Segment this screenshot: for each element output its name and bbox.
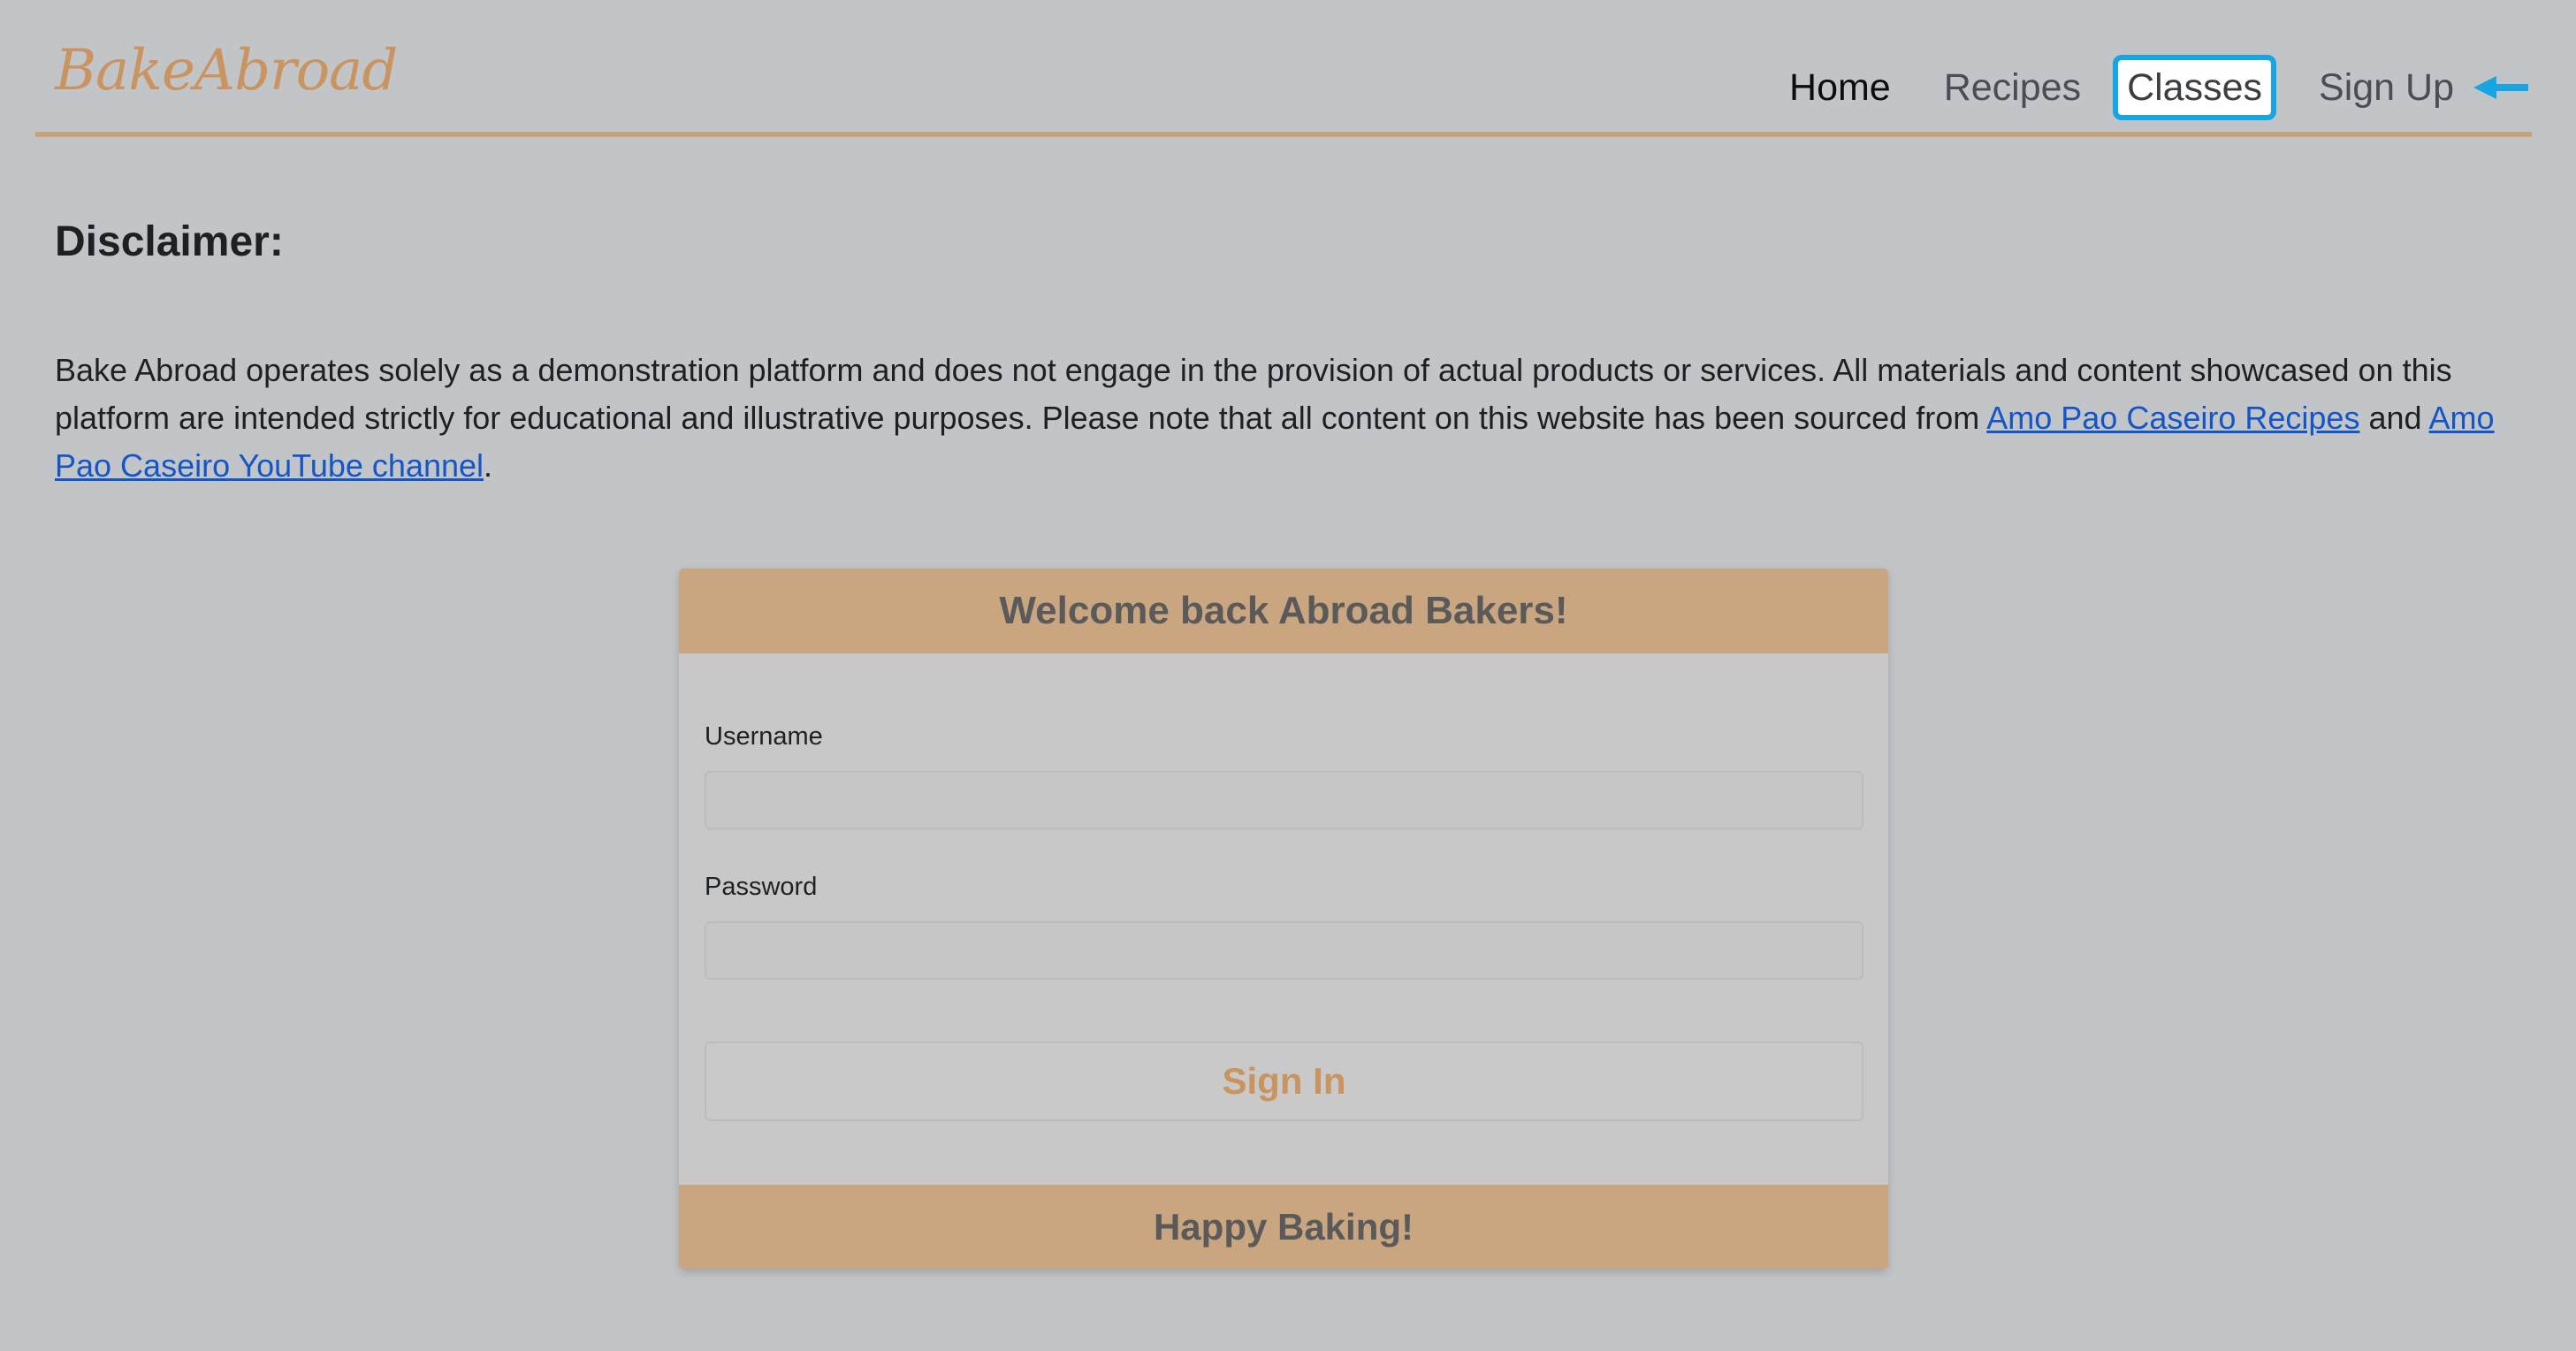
arrow-left-icon [2473,76,2528,99]
nav-recipes-link[interactable]: Recipes [1933,55,2092,120]
username-input[interactable] [705,771,1863,829]
username-group: Username [705,722,1863,829]
amo-pao-recipes-link[interactable]: Amo Pao Caseiro Recipes [1986,400,2359,436]
login-card-header: Welcome back Abroad Bakers! [679,569,1888,653]
username-label: Username [705,722,823,751]
password-input[interactable] [705,921,1863,980]
disclaimer-text-after: . [484,447,493,484]
disclaimer-text-middle: and [2359,400,2429,436]
nav-home-link[interactable]: Home [1779,55,1902,120]
navbar: BakeAbroad Home Recipes Classes Sign Up [35,0,2532,137]
disclaimer-text: Bake Abroad operates solely as a demonst… [55,347,2521,490]
disclaimer-title: Disclaimer: [55,218,284,265]
sign-in-button[interactable]: Sign In [705,1042,1863,1121]
login-card-footer: Happy Baking! [679,1185,1888,1269]
nav-signup-link[interactable]: Sign Up [2308,55,2465,120]
nav-classes-link[interactable]: Classes [2113,55,2277,120]
brand-logo[interactable]: BakeAbroad [55,42,398,99]
password-label: Password [705,873,818,901]
login-card: Welcome back Abroad Bakers! Username Pas… [679,569,1888,1269]
password-group: Password [705,873,1863,980]
nav-links: Home Recipes Classes Sign Up [1747,55,2532,120]
